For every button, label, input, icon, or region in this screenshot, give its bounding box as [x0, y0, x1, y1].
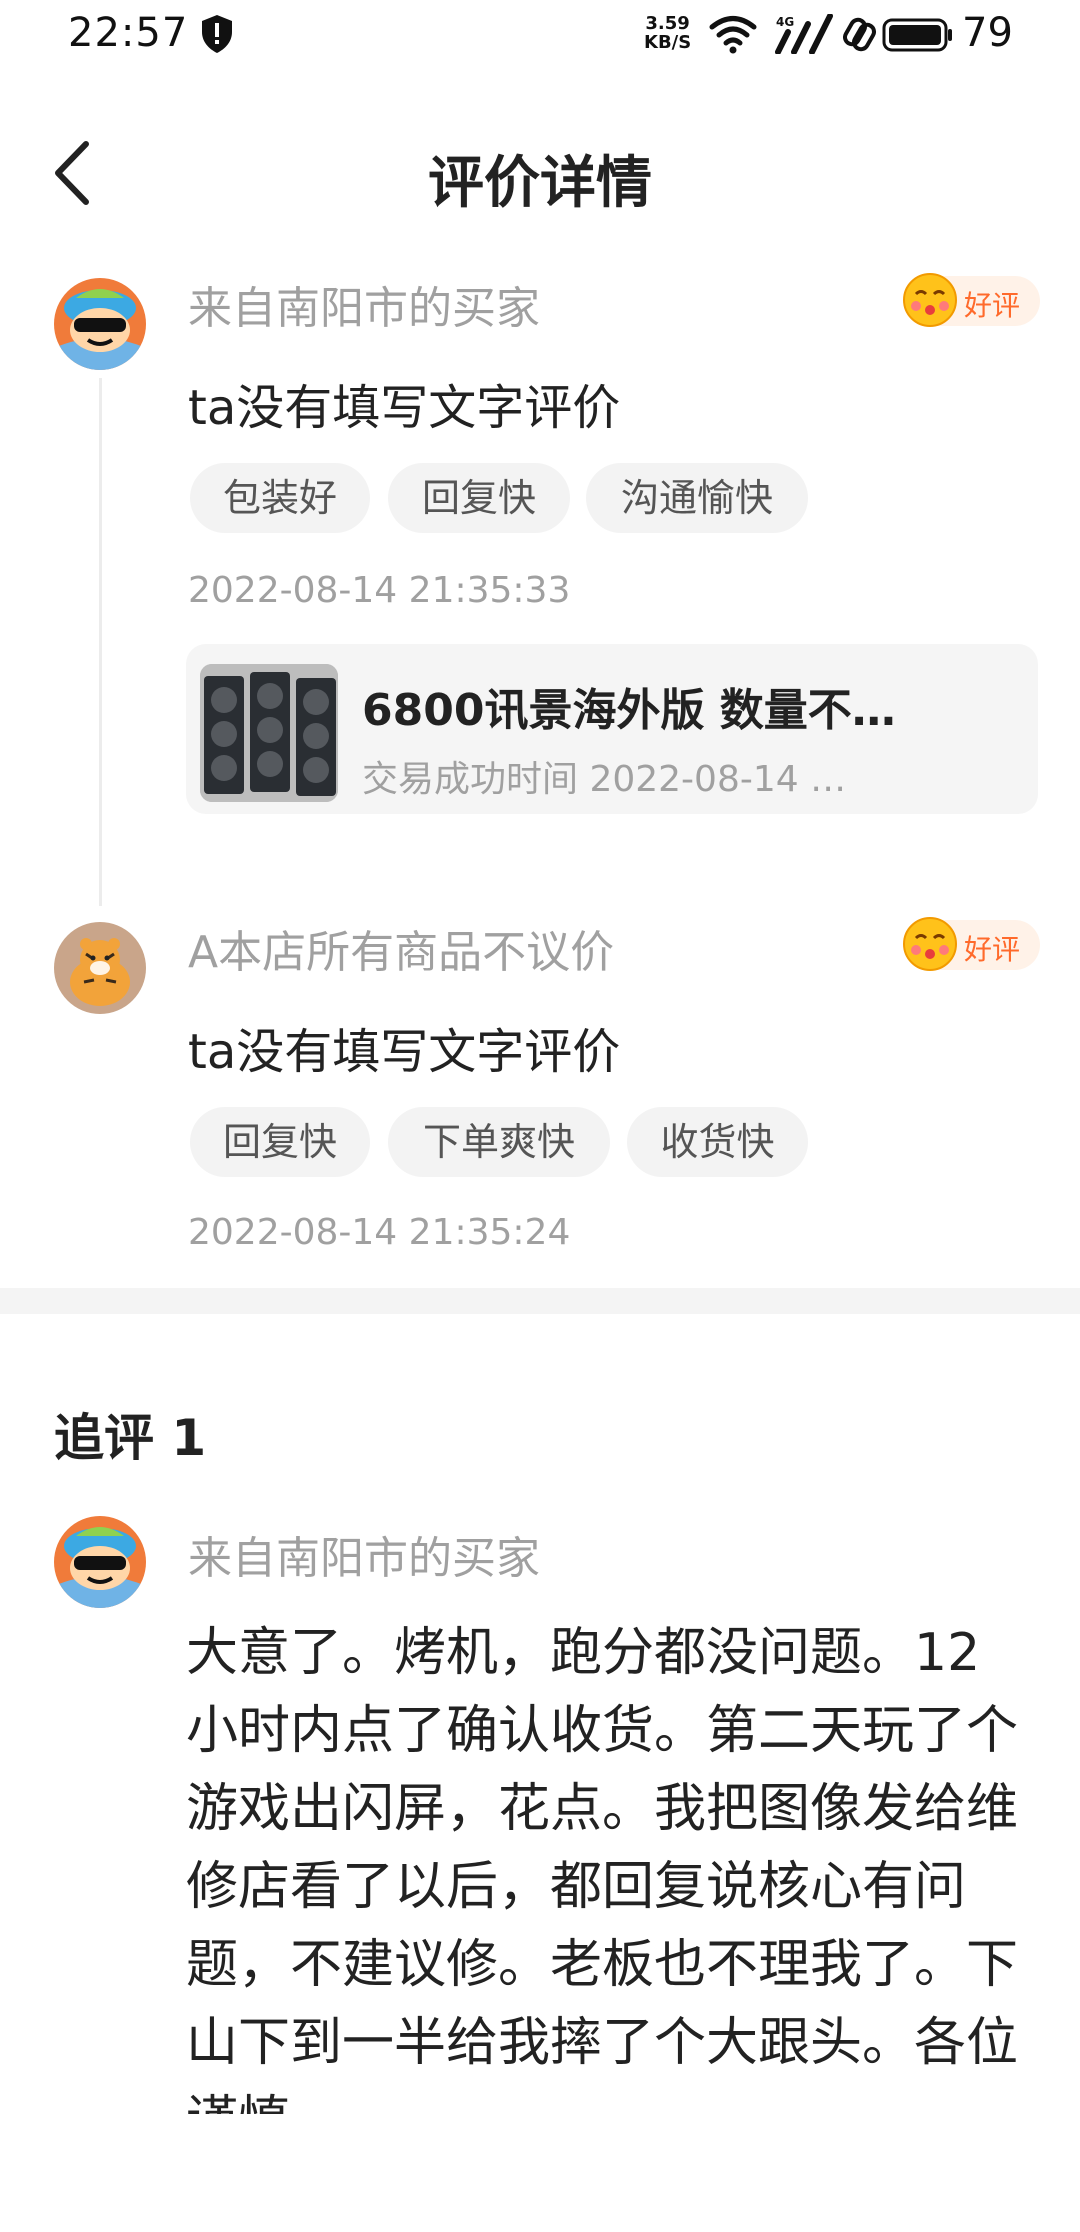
smile-face-icon — [903, 917, 957, 971]
followup-section-title: 追评 1 — [54, 1409, 207, 1467]
page-title: 评价详情 — [428, 151, 652, 216]
network-speed: 3.59 KB/S — [644, 13, 692, 53]
status-time: 22:57 — [68, 10, 189, 56]
review-tag: 回复快 — [190, 1107, 370, 1177]
product-title: 6800讯景海外版 数量不… — [362, 685, 896, 736]
reviewer-name: A本店所有商品不议价 — [188, 927, 615, 978]
review-timestamp: 2022-08-14 21:35:24 — [188, 1212, 571, 1253]
battery-icon — [882, 18, 952, 52]
shield-icon — [202, 15, 232, 53]
avatar[interactable] — [54, 922, 146, 1014]
battery-level: 79 — [962, 10, 1013, 56]
4g-signal-icon: 4G — [775, 14, 833, 54]
wifi-icon — [709, 16, 757, 54]
timeline-line — [99, 378, 102, 906]
smile-face-icon — [903, 273, 957, 327]
review-tag: 下单爽快 — [388, 1107, 610, 1177]
trade-time: 交易成功时间 2022-08-14 … — [362, 759, 847, 800]
avatar[interactable] — [54, 278, 146, 370]
avatar[interactable] — [54, 1516, 146, 1608]
section-divider — [0, 1288, 1080, 1314]
followup-text: 大意了。烤机，跑分都没问题。12小时内点了确认收货。第二天玩了个游戏出闪屏，花点… — [186, 1623, 1019, 2114]
review-tag: 包装好 — [190, 463, 370, 533]
review-tag: 沟通愉快 — [586, 463, 808, 533]
followup-reviewer-name: 来自南阳市的买家 — [188, 1533, 540, 1584]
rating-label: 好评 — [964, 289, 1021, 322]
review-text: ta没有填写文字评价 — [188, 1024, 621, 1080]
status-bar: 22:57 3.59 KB/S 4G 79 — [0, 0, 1080, 70]
review-text: ta没有填写文字评价 — [188, 380, 621, 436]
rating-label: 好评 — [964, 933, 1021, 966]
review-tag: 收货快 — [627, 1107, 808, 1177]
svg-text:4G: 4G — [776, 15, 794, 29]
good-rating-badge: 好评 — [903, 273, 1040, 327]
review-tag: 回复快 — [388, 463, 570, 533]
link-icon — [843, 17, 876, 52]
product-image — [200, 664, 338, 802]
reviewer-name: 来自南阳市的买家 — [188, 283, 540, 334]
product-card[interactable]: 6800讯景海外版 数量不… 交易成功时间 2022-08-14 … — [186, 644, 1038, 814]
good-rating-badge: 好评 — [903, 917, 1040, 971]
review-timestamp: 2022-08-14 21:35:33 — [188, 570, 571, 611]
header: 评价详情 — [0, 110, 1080, 230]
